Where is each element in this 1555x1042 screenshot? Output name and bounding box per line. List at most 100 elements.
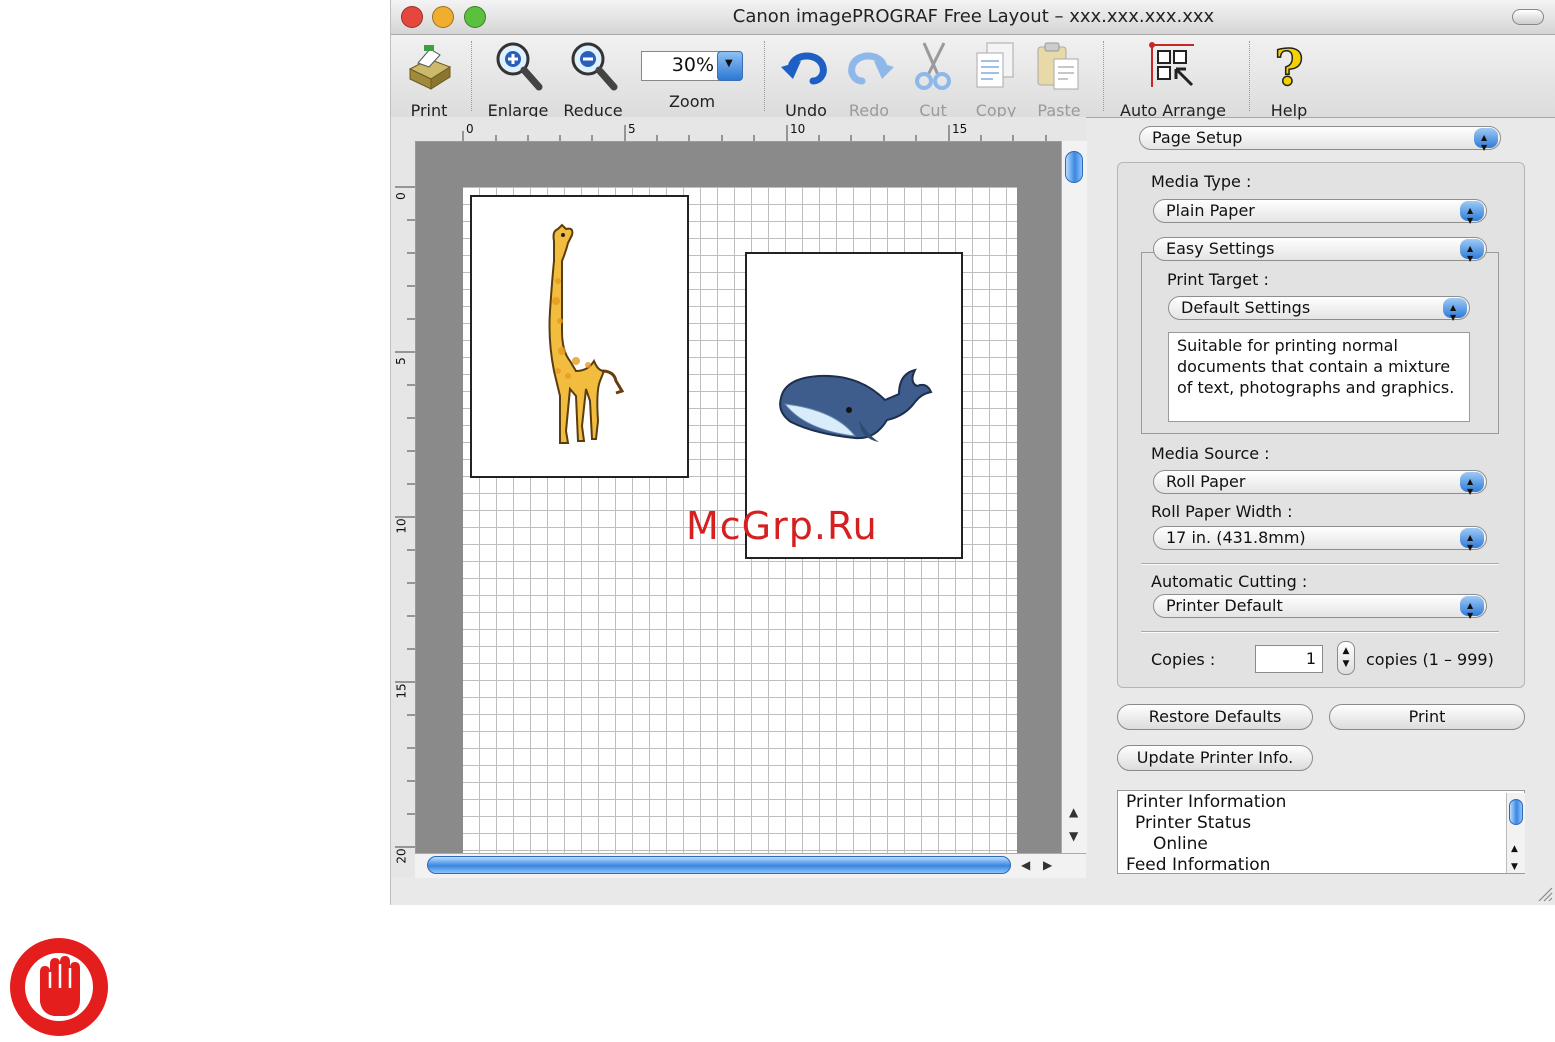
toolbar-toggle-button[interactable] xyxy=(1512,9,1544,25)
ruler-label-v10: 10 xyxy=(394,518,409,534)
auto-arrange-label: Auto Arrange xyxy=(1120,101,1226,120)
toolbar-separator xyxy=(471,41,472,111)
auto-cut-select[interactable]: Printer Default xyxy=(1153,594,1487,627)
printer-info-list[interactable]: Printer Information Printer Status Onlin… xyxy=(1117,790,1525,875)
zoom-out-icon xyxy=(571,42,618,91)
paste-button[interactable]: Paste xyxy=(1029,39,1089,120)
zoom-dropdown-button[interactable]: ▼ xyxy=(717,51,743,81)
divider xyxy=(1141,631,1499,633)
info-scroll-thumb[interactable] xyxy=(1509,799,1523,825)
app-window: Canon imagePROGRAF Free Layout – xxx.xxx… xyxy=(390,0,1555,905)
stepper-down-icon[interactable]: ▼ xyxy=(1338,659,1354,669)
clipboard-icon xyxy=(1037,42,1079,90)
info-line-online: Online xyxy=(1153,834,1208,854)
copies-input[interactable]: 1 xyxy=(1255,645,1323,673)
settings-mode-value: Easy Settings xyxy=(1166,239,1275,258)
auto-arrange-button[interactable]: Auto Arrange xyxy=(1113,39,1233,120)
help-label: Help xyxy=(1270,101,1308,120)
layout-canvas[interactable]: 0 5 10 15 0 5 10 15 20 ▲ ▼ ◀ ▶ McGrp.Ru xyxy=(391,117,1087,878)
zoom-in-icon xyxy=(496,42,543,91)
horizontal-scrollbar[interactable]: ◀ ▶ xyxy=(415,853,1086,878)
roll-width-select[interactable]: 17 in. (431.8mm) xyxy=(1153,526,1487,559)
info-line-printer-information: Printer Information xyxy=(1126,792,1287,812)
media-source-select[interactable]: Roll Paper xyxy=(1153,470,1487,503)
redo-button[interactable]: Redo xyxy=(839,39,899,120)
copies-stepper[interactable]: ▲ ▼ xyxy=(1337,641,1355,675)
vertical-scrollbar[interactable]: ▲ ▼ xyxy=(1061,141,1087,853)
stepper-up-icon[interactable]: ▲ xyxy=(1338,646,1354,656)
copies-label: Copies : xyxy=(1151,650,1216,669)
ruler-label-h5: 5 xyxy=(628,122,636,136)
copy-button[interactable]: Copy xyxy=(966,39,1026,120)
divider xyxy=(1141,563,1499,565)
ruler-label-v0: 0 xyxy=(393,192,408,200)
print-tool-button[interactable]: Print xyxy=(399,39,459,120)
auto-cut-label: Automatic Cutting : xyxy=(1151,572,1308,591)
copy-icon xyxy=(976,42,1014,88)
giraffe-illustration xyxy=(548,223,625,444)
section-selector[interactable]: Page Setup xyxy=(1139,126,1501,159)
watermark-text: McGrp.Ru xyxy=(686,504,878,548)
ruler-label-h15: 15 xyxy=(952,122,968,136)
media-type-label: Media Type : xyxy=(1151,172,1252,191)
media-source-label: Media Source : xyxy=(1151,444,1270,463)
print-target-select[interactable]: Default Settings xyxy=(1168,296,1470,329)
toolbar-separator xyxy=(1103,41,1104,111)
updown-chevron-icon xyxy=(1460,595,1484,627)
settings-mode-select[interactable]: Easy Settings xyxy=(1153,237,1487,270)
toolbar: Print Enlarge Reduce 30% ▼ Zoom Undo Red… xyxy=(391,35,1555,120)
help-button[interactable]: ? Help xyxy=(1259,37,1319,120)
cut-button[interactable]: Cut xyxy=(903,39,963,120)
ruler-label-v5: 5 xyxy=(393,357,408,365)
ruler-corner xyxy=(391,117,461,142)
zoom-label: Zoom xyxy=(668,92,716,111)
print-target-value: Default Settings xyxy=(1181,298,1311,317)
print-target-description: Suitable for printing normal documents t… xyxy=(1168,332,1470,422)
updown-chevron-icon xyxy=(1460,200,1484,232)
info-line-feed-information: Feed Information xyxy=(1126,855,1271,875)
redo-icon xyxy=(848,52,894,85)
undo-icon xyxy=(781,52,827,85)
roll-width-label: Roll Paper Width : xyxy=(1151,502,1293,521)
scissors-icon xyxy=(915,42,951,90)
reduce-button[interactable]: Reduce xyxy=(558,39,628,120)
caution-stop-hand-icon xyxy=(10,938,108,1036)
updown-chevron-icon xyxy=(1474,127,1498,159)
media-type-select[interactable]: Plain Paper xyxy=(1153,199,1487,232)
auto-arrange-icon xyxy=(1149,42,1194,87)
ruler-label-v15: 15 xyxy=(394,683,409,699)
enlarge-button[interactable]: Enlarge xyxy=(483,39,553,120)
horizontal-ruler: 0 5 10 15 xyxy=(461,117,1086,142)
zoom-value: 30% xyxy=(671,54,714,76)
copies-range: copies (1 – 999) xyxy=(1366,650,1494,669)
scroll-right-arrow-icon[interactable]: ▶ xyxy=(1043,858,1052,872)
info-scrollbar[interactable]: ▲ ▼ xyxy=(1506,793,1525,873)
updown-chevron-icon xyxy=(1460,527,1484,559)
toolbar-separator xyxy=(764,41,765,111)
vertical-ruler: 0 5 10 15 20 xyxy=(391,141,416,877)
updown-chevron-icon xyxy=(1443,297,1467,329)
update-printer-info-button[interactable]: Update Printer Info. xyxy=(1117,745,1313,771)
toolbar-separator xyxy=(1249,41,1250,111)
zoom-field[interactable]: 30% xyxy=(641,51,723,81)
media-source-value: Roll Paper xyxy=(1166,472,1246,491)
auto-cut-value: Printer Default xyxy=(1166,596,1283,615)
svg-text:?: ? xyxy=(1274,39,1303,93)
scroll-down-arrow-icon[interactable]: ▼ xyxy=(1511,857,1518,878)
giraffe-image-frame[interactable] xyxy=(470,195,689,478)
resize-grip-icon[interactable] xyxy=(1537,886,1553,902)
scroll-down-arrow-icon[interactable]: ▼ xyxy=(1069,829,1078,843)
scroll-left-arrow-icon[interactable]: ◀ xyxy=(1021,858,1030,872)
scroll-up-arrow-icon[interactable]: ▲ xyxy=(1069,805,1078,819)
ruler-label-v20: 20 xyxy=(394,848,409,864)
media-type-value: Plain Paper xyxy=(1166,201,1255,220)
help-icon: ? xyxy=(1274,37,1305,98)
updown-chevron-icon xyxy=(1460,471,1484,503)
undo-button[interactable]: Undo xyxy=(776,39,836,120)
title-bar: Canon imagePROGRAF Free Layout – xxx.xxx… xyxy=(391,0,1555,35)
vertical-scroll-thumb[interactable] xyxy=(1065,151,1083,183)
print-button[interactable]: Print xyxy=(1329,704,1525,730)
printer-icon xyxy=(408,45,452,90)
restore-defaults-button[interactable]: Restore Defaults xyxy=(1117,704,1313,730)
horizontal-scroll-thumb[interactable] xyxy=(427,856,1011,874)
